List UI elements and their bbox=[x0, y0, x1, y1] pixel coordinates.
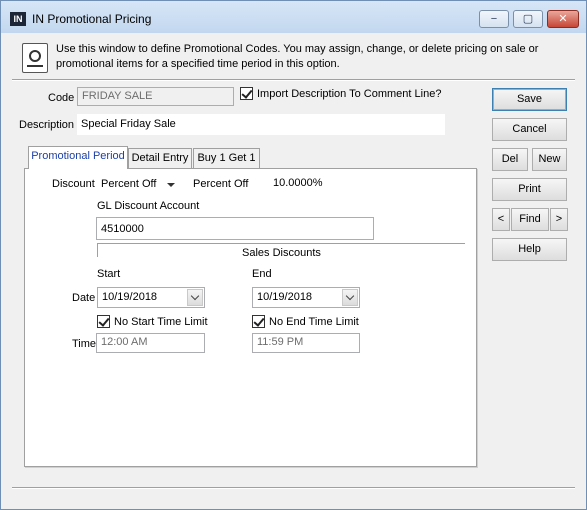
app-badge-icon: IN bbox=[10, 12, 26, 26]
next-record-button[interactable]: > bbox=[550, 208, 568, 231]
discount-label: Discount bbox=[52, 178, 95, 190]
delete-button[interactable]: Del bbox=[492, 148, 528, 171]
end-date-value: 10/19/2018 bbox=[257, 291, 313, 303]
promotional-period-panel bbox=[24, 168, 477, 467]
import-description-checkbox[interactable] bbox=[240, 87, 253, 100]
minimize-icon: − bbox=[490, 13, 498, 25]
chevron-down-icon bbox=[190, 291, 200, 301]
no-start-time-limit-label: No Start Time Limit bbox=[114, 316, 208, 328]
discount-type-value: Percent Off bbox=[101, 178, 157, 190]
window-title: IN Promotional Pricing bbox=[32, 12, 152, 26]
chevron-down-icon bbox=[345, 291, 355, 301]
start-time-field[interactable]: 12:00 AM bbox=[96, 333, 205, 353]
find-button[interactable]: Find bbox=[511, 208, 549, 231]
start-label: Start bbox=[97, 268, 121, 280]
percent-off-value: 10.0000% bbox=[273, 177, 323, 189]
percent-off-label: Percent Off bbox=[193, 178, 249, 190]
tab-detail-entry[interactable]: Detail Entry bbox=[128, 148, 192, 168]
end-time-field[interactable]: 11:59 PM bbox=[252, 333, 360, 353]
maximize-icon: ▢ bbox=[522, 13, 534, 25]
minimize-button[interactable]: − bbox=[479, 10, 509, 28]
print-button[interactable]: Print bbox=[492, 178, 567, 201]
close-icon: ✕ bbox=[558, 13, 568, 25]
start-date-picker[interactable]: 10/19/2018 bbox=[97, 287, 205, 308]
title-bar[interactable]: IN IN Promotional Pricing − ▢ ✕ bbox=[1, 1, 586, 33]
code-label: Code bbox=[48, 92, 75, 104]
start-date-dropdown-button[interactable] bbox=[187, 289, 203, 306]
info-banner: Use this window to define Promotional Co… bbox=[18, 40, 573, 76]
maximize-button[interactable]: ▢ bbox=[513, 10, 543, 28]
date-label: Date bbox=[72, 292, 96, 304]
time-label: Time bbox=[72, 338, 97, 350]
gl-description-border bbox=[97, 243, 98, 257]
no-end-time-limit-label: No End Time Limit bbox=[269, 316, 359, 328]
dropdown-arrow-icon bbox=[167, 183, 175, 187]
save-button[interactable]: Save bbox=[492, 88, 567, 111]
help-button[interactable]: Help bbox=[492, 238, 567, 261]
divider bbox=[12, 79, 575, 81]
tab-promotional-period[interactable]: Promotional Period bbox=[28, 146, 128, 169]
description-field[interactable]: Special Friday Sale bbox=[77, 114, 445, 135]
end-label: End bbox=[252, 268, 272, 280]
gl-account-label: GL Discount Account bbox=[97, 200, 200, 212]
description-label: Description bbox=[19, 119, 75, 131]
no-end-time-limit-checkbox[interactable] bbox=[252, 315, 265, 328]
info-document-icon bbox=[22, 43, 48, 73]
info-text: Use this window to define Promotional Co… bbox=[56, 43, 539, 70]
gl-account-field[interactable]: 4510000 bbox=[96, 217, 374, 240]
status-divider bbox=[12, 487, 575, 489]
start-date-value: 10/19/2018 bbox=[102, 291, 158, 303]
discount-type-select[interactable]: Percent Off bbox=[97, 173, 183, 194]
import-description-label: Import Description To Comment Line? bbox=[257, 88, 442, 100]
tab-buy-1-get-1[interactable]: Buy 1 Get 1 bbox=[193, 148, 260, 168]
close-button[interactable]: ✕ bbox=[547, 10, 579, 28]
end-date-dropdown-button[interactable] bbox=[342, 289, 358, 306]
new-button[interactable]: New bbox=[532, 148, 567, 171]
end-date-picker[interactable]: 10/19/2018 bbox=[252, 287, 360, 308]
gl-description-divider bbox=[97, 243, 465, 244]
gl-account-description: Sales Discounts bbox=[242, 247, 321, 259]
no-start-time-limit-checkbox[interactable] bbox=[97, 315, 110, 328]
cancel-button[interactable]: Cancel bbox=[492, 118, 567, 141]
promotional-pricing-window: IN IN Promotional Pricing − ▢ ✕ Use this… bbox=[0, 0, 587, 510]
code-field[interactable]: FRIDAY SALE bbox=[77, 87, 234, 106]
previous-record-button[interactable]: < bbox=[492, 208, 510, 231]
